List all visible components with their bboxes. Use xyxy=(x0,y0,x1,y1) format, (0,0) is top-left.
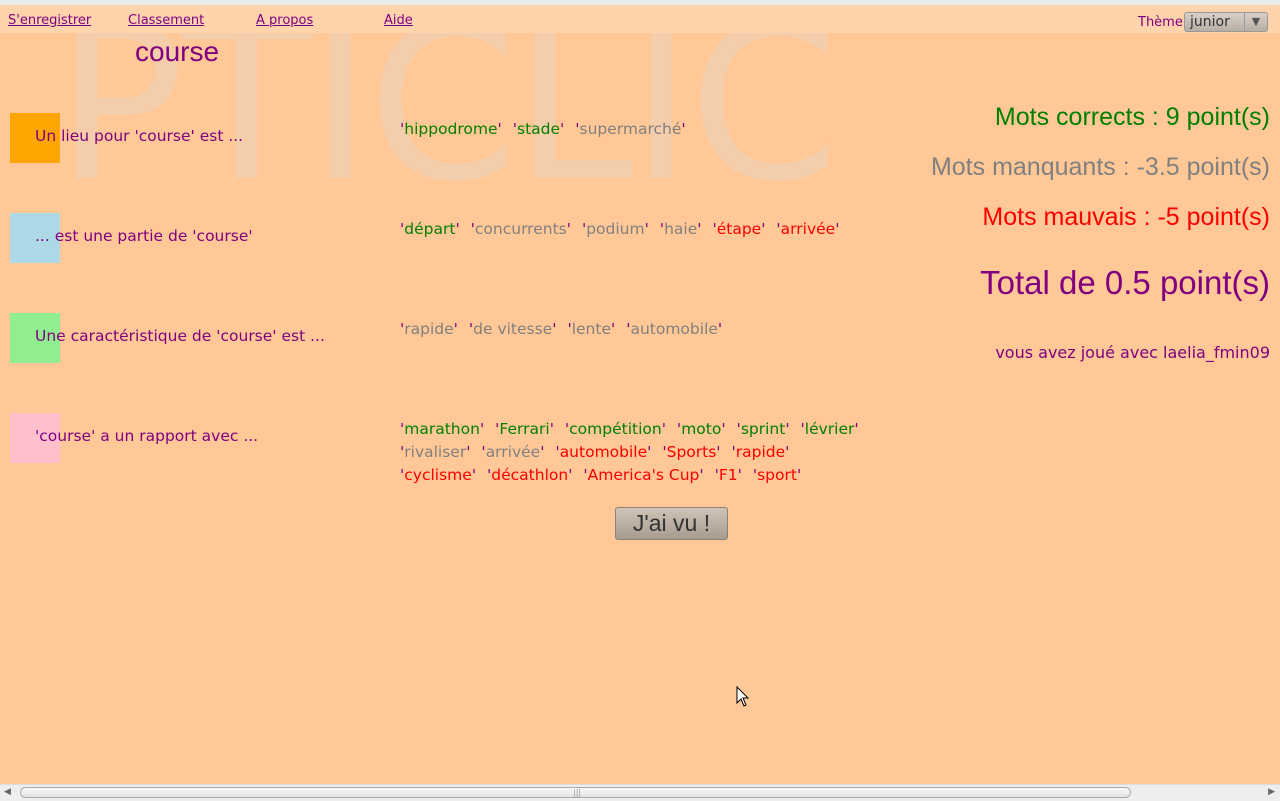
answer-word-correct: 'compétition' xyxy=(564,420,666,438)
nav-link-help[interactable]: Aide xyxy=(384,13,413,28)
answer-word-wrong: 'F1' xyxy=(714,466,742,484)
answer-list: 'départ' 'concurrents' 'podium' 'haie' '… xyxy=(400,218,870,241)
nav-link-register[interactable]: S'enregistrer xyxy=(8,13,91,28)
answer-word-correct: 'moto' xyxy=(676,420,726,438)
answer-word-missing: 'supermarché' xyxy=(575,120,686,138)
answer-word-wrong: 'étape' xyxy=(712,220,766,238)
answer-word-wrong: 'arrivée' xyxy=(776,220,840,238)
answer-word-wrong: 'décathlon' xyxy=(487,466,573,484)
answer-word-correct: 'départ' xyxy=(400,220,460,238)
relation-label: Une caractéristique de 'course' est ... xyxy=(35,327,325,345)
mouse-cursor-icon xyxy=(736,686,750,707)
answer-list: 'hippodrome' 'stade' 'supermarché' xyxy=(400,118,870,141)
answer-list: 'rapide' 'de vitesse' 'lente' 'automobil… xyxy=(400,318,870,341)
theme-select-value: junior xyxy=(1190,14,1230,30)
relation-label: Un lieu pour 'course' est ... xyxy=(35,127,244,145)
seen-button[interactable]: J'ai vu ! xyxy=(615,507,728,540)
answer-word-correct: 'marathon' xyxy=(400,420,485,438)
answer-word-missing: 'lente' xyxy=(567,320,616,338)
partner-info: vous avez joué avec laelia_fmin09 xyxy=(995,343,1270,362)
answer-word-correct: 'Ferrari' xyxy=(495,420,554,438)
scroll-left-icon[interactable]: ◀ xyxy=(4,787,11,797)
answer-word-missing: 'rivaliser' xyxy=(400,443,471,461)
nav-link-about[interactable]: A propos xyxy=(256,13,313,28)
answer-word-missing: 'podium' xyxy=(581,220,649,238)
answer-word-correct: 'hippodrome' xyxy=(400,120,502,138)
answer-word-missing: 'de vitesse' xyxy=(468,320,557,338)
nav-bar: S'enregistrer Classement A propos Aide T… xyxy=(0,5,1280,33)
answer-word-wrong: 'America's Cup' xyxy=(583,466,704,484)
answer-word-missing: 'rapide' xyxy=(400,320,458,338)
chevron-down-icon: ▼ xyxy=(1244,13,1267,31)
answer-word-missing: 'concurrents' xyxy=(470,220,571,238)
answer-word-wrong: 'Sports' xyxy=(662,443,721,461)
scroll-right-icon[interactable]: ▶ xyxy=(1268,787,1275,797)
answer-word-correct: 'lévrier' xyxy=(800,420,859,438)
theme-label: Thème xyxy=(1138,15,1183,30)
answer-word-missing: 'automobile' xyxy=(626,320,723,338)
watermark-logo: PTICLIC xyxy=(55,0,839,229)
answer-word-correct: 'stade' xyxy=(512,120,565,138)
relation-label: 'course' a un rapport avec ... xyxy=(35,427,259,445)
answer-list: 'marathon' 'Ferrari' 'compétition' 'moto… xyxy=(400,418,870,487)
grip-icon: ||| xyxy=(573,788,582,797)
answer-word-wrong: 'automobile' xyxy=(555,443,652,461)
score-correct: Mots corrects : 9 point(s) xyxy=(994,103,1270,131)
nav-link-ranking[interactable]: Classement xyxy=(128,13,204,28)
answer-word-wrong: 'cyclisme' xyxy=(400,466,477,484)
central-word: course xyxy=(135,36,220,67)
answer-word-wrong: 'sport' xyxy=(752,466,802,484)
answer-word-missing: 'arrivée' xyxy=(481,443,545,461)
answer-word-missing: 'haie' xyxy=(659,220,702,238)
answer-word-correct: 'sprint' xyxy=(736,420,790,438)
horizontal-scrollbar[interactable]: ◀ ||| ▶ xyxy=(0,784,1280,801)
score-wrong: Mots mauvais : -5 point(s) xyxy=(982,203,1270,231)
score-missing: Mots manquants : -3.5 point(s) xyxy=(930,153,1270,181)
relation-label: ... est une partie de 'course' xyxy=(35,227,253,245)
scrollbar-thumb[interactable]: ||| xyxy=(20,787,1131,798)
answer-word-wrong: 'rapide' xyxy=(731,443,790,461)
score-total: Total de 0.5 point(s) xyxy=(980,264,1270,301)
theme-select[interactable]: junior ▼ xyxy=(1184,12,1268,32)
